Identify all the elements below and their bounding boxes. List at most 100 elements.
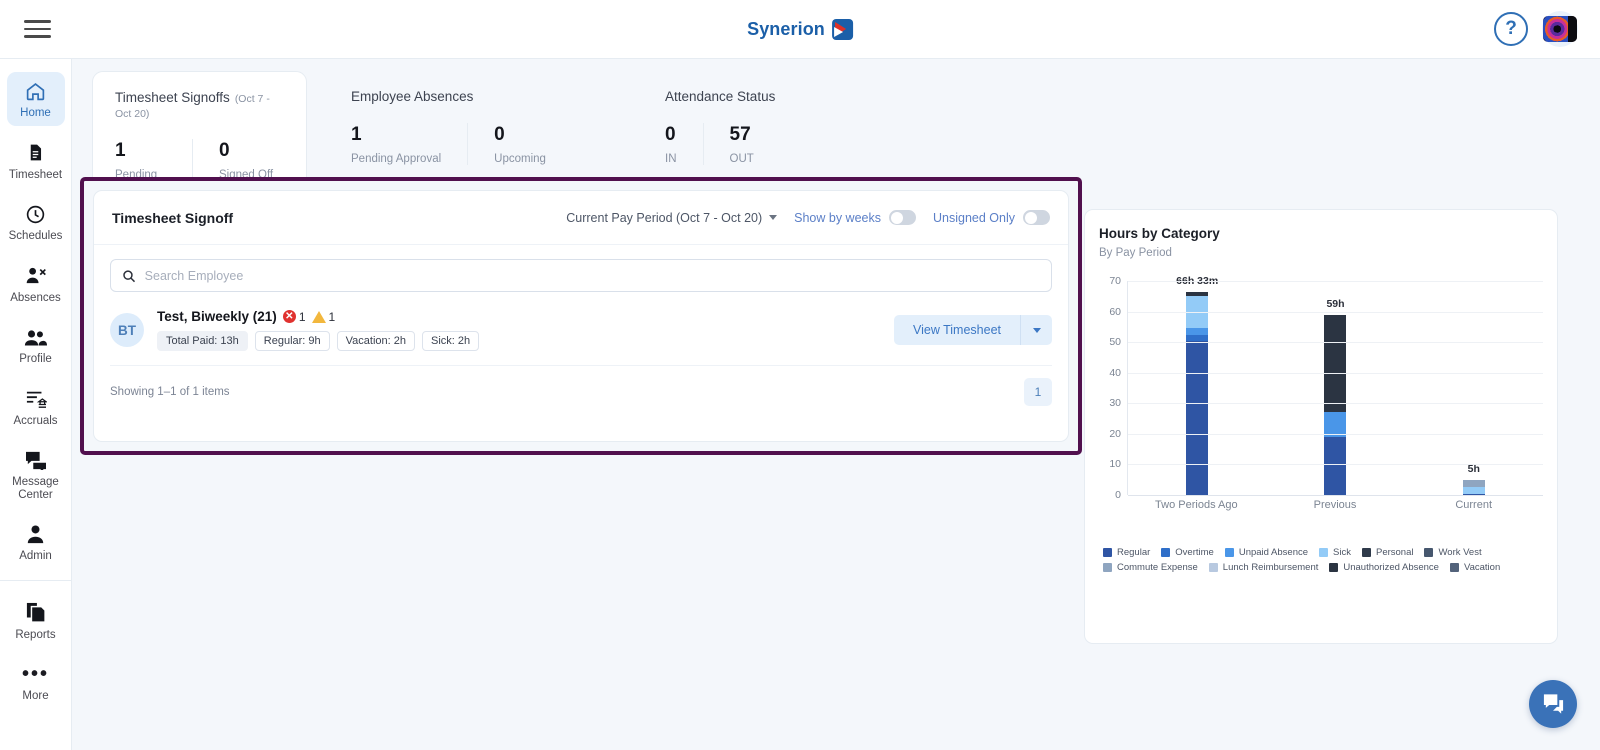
- search-input[interactable]: [144, 268, 1040, 283]
- warning-icon: [311, 310, 326, 323]
- warning-badge[interactable]: 1: [311, 310, 335, 324]
- top-bar: Synerion ?: [0, 0, 1600, 59]
- chart-legend-item[interactable]: Commute Expense: [1103, 562, 1198, 573]
- chevron-down-icon: [769, 215, 778, 220]
- copy-pages-icon: [26, 602, 46, 624]
- chart-legend-item[interactable]: Vacation: [1449, 562, 1501, 573]
- sidebar-item-reports[interactable]: Reports: [7, 594, 65, 648]
- chart-gridline: [1128, 495, 1543, 496]
- sidebar-item-message-center[interactable]: Message Center: [7, 441, 65, 507]
- chart-bar-segment: [1462, 479, 1485, 488]
- stat-value: 0: [665, 124, 676, 145]
- chart-legend-label: Personal: [1375, 547, 1414, 558]
- stat-label: IN: [665, 153, 677, 165]
- chart-y-axis: 0 10 20 30 40 50 60 70: [1099, 275, 1125, 501]
- ellipsis-icon: •••: [21, 663, 49, 685]
- chart-grid: 66h 33m 59h 5h: [1127, 275, 1543, 496]
- chart-legend-item[interactable]: Work Vest: [1424, 547, 1482, 558]
- chart-gridline: [1128, 281, 1543, 282]
- sidebar-item-timesheet[interactable]: Timesheet: [7, 134, 65, 188]
- search-icon: [123, 269, 136, 282]
- sidebar-item-home[interactable]: Home: [6, 72, 65, 126]
- sidebar-divider: [0, 579, 72, 581]
- employee-name-line: Test, Biweekly (21) ✕ 1 1: [157, 309, 479, 324]
- stat-card-title: Attendance Status: [665, 89, 913, 104]
- chart-legend: Regular Overtime Unpaid Absence Sick Persona…: [1099, 547, 1543, 573]
- stat-value: 57: [729, 124, 751, 145]
- chart-legend-swatch: [1449, 563, 1459, 572]
- sidebar-item-admin[interactable]: Admin: [7, 515, 65, 569]
- pagination-summary: Showing 1–1 of 1 items: [110, 385, 230, 398]
- chart-legend-swatch: [1103, 548, 1112, 557]
- chart-legend-item[interactable]: Overtime: [1161, 547, 1214, 558]
- timesheet-signoff-highlight: Timesheet Signoff Current Pay Period (Oc…: [80, 177, 1082, 455]
- chart-x-tick: Previous: [1313, 499, 1357, 511]
- sidebar-item-schedules[interactable]: Schedules: [7, 195, 65, 249]
- chip-total-paid: Total Paid: 13h: [157, 331, 248, 351]
- chat-icon[interactable]: [1529, 680, 1577, 728]
- timesheet-signoff-panel: Timesheet Signoff Current Pay Period (Oc…: [93, 190, 1069, 442]
- stat-label: Upcoming: [494, 153, 546, 165]
- synerion-mark-icon: [831, 18, 853, 40]
- employee-actions: View Timesheet: [893, 315, 1052, 345]
- chart-bar-segment: [1462, 487, 1485, 494]
- employee-initials-avatar: BT: [110, 313, 144, 347]
- show-by-weeks-toggle-group: Show by weeks: [794, 210, 916, 225]
- chart-subtitle: By Pay Period: [1099, 247, 1172, 259]
- stat-metric: 0 IN: [665, 123, 703, 165]
- chart-legend-swatch: [1361, 548, 1371, 557]
- chart-gridline: [1128, 403, 1543, 405]
- chart-title: Hours by Category: [1099, 226, 1220, 241]
- chart-legend-label: Lunch Reimbursement: [1222, 562, 1319, 573]
- person-icon: [26, 523, 45, 545]
- employee-row: BT Test, Biweekly (21) ✕ 1 1 Total Paid:…: [110, 309, 1052, 365]
- chart-bar[interactable]: [1462, 479, 1485, 495]
- hours-by-category-card: Hours by Category By Pay Period 0 10 20 30 4…: [1084, 209, 1558, 644]
- chip-sick: Sick: 2h: [422, 331, 480, 351]
- chart-legend-label: Vacation: [1463, 562, 1501, 573]
- sidebar-item-label: Accruals: [13, 414, 58, 427]
- chart-legend-item[interactable]: Unpaid Absence: [1224, 547, 1308, 558]
- chevron-down-icon: [1032, 327, 1041, 333]
- view-timesheet-button[interactable]: View Timesheet: [893, 315, 1020, 345]
- pagination-page-1[interactable]: 1: [1024, 377, 1052, 406]
- main-content: Timesheet Signoffs (Oct 7 - Oct 20) 1 Pen…: [72, 59, 1600, 750]
- chart-legend-item[interactable]: Unauthorized Absence: [1329, 562, 1439, 573]
- chart-gridline: [1128, 433, 1543, 435]
- view-timesheet-dropdown-button[interactable]: [1020, 315, 1052, 345]
- chart-legend-item[interactable]: Personal: [1361, 547, 1414, 558]
- avatar[interactable]: [1542, 11, 1578, 47]
- chip-regular: Regular: 9h: [254, 331, 330, 351]
- chart-legend-label: Regular: [1117, 547, 1151, 558]
- sidebar-item-label: More: [22, 690, 49, 702]
- chart-legend-item[interactable]: Regular: [1103, 547, 1150, 558]
- chart-bar-segment: [1324, 436, 1347, 495]
- stat-metric: 1 Pending Approval: [351, 123, 467, 165]
- error-badge[interactable]: ✕ 1: [282, 310, 306, 324]
- chart-y-tick: 30: [1109, 397, 1121, 410]
- chart-legend-item[interactable]: Sick: [1319, 547, 1351, 558]
- show-by-weeks-toggle[interactable]: [889, 210, 916, 225]
- chart-y-tick: 10: [1109, 458, 1121, 471]
- pay-period-value: Current Pay Period (Oct 7 - Oct 20): [566, 210, 763, 225]
- unsigned-only-toggle[interactable]: [1023, 210, 1050, 225]
- sidebar-item-accruals[interactable]: Accruals: [7, 380, 65, 434]
- panel-title: Timesheet Signoff: [112, 209, 234, 226]
- chart-y-tick: 20: [1109, 427, 1121, 440]
- stat-metrics: 1 Pending Approval 0 Upcoming: [351, 123, 599, 165]
- stat-value: 1: [351, 124, 362, 145]
- sidebar-item-profile[interactable]: Profile: [7, 318, 65, 372]
- panel-body: BT Test, Biweekly (21) ✕ 1 1: [94, 245, 1068, 365]
- stat-label: Pending Approval: [351, 153, 442, 165]
- sidebar-item-absences[interactable]: Absences: [7, 257, 65, 311]
- pay-period-select[interactable]: Current Pay Period (Oct 7 - Oct 20): [566, 210, 778, 225]
- chart-legend-label: Sick: [1333, 547, 1351, 558]
- chart-legend-item[interactable]: Lunch Reimbursement: [1208, 562, 1319, 573]
- hamburger-icon[interactable]: [24, 17, 54, 41]
- top-bar-actions: ?: [1494, 11, 1578, 47]
- stat-value: 1: [115, 140, 126, 161]
- sidebar-item-more[interactable]: ••• More: [7, 655, 65, 709]
- search-employee-box[interactable]: [110, 259, 1052, 292]
- help-icon[interactable]: ?: [1494, 12, 1528, 46]
- unsigned-only-label: Unsigned Only: [933, 210, 1015, 225]
